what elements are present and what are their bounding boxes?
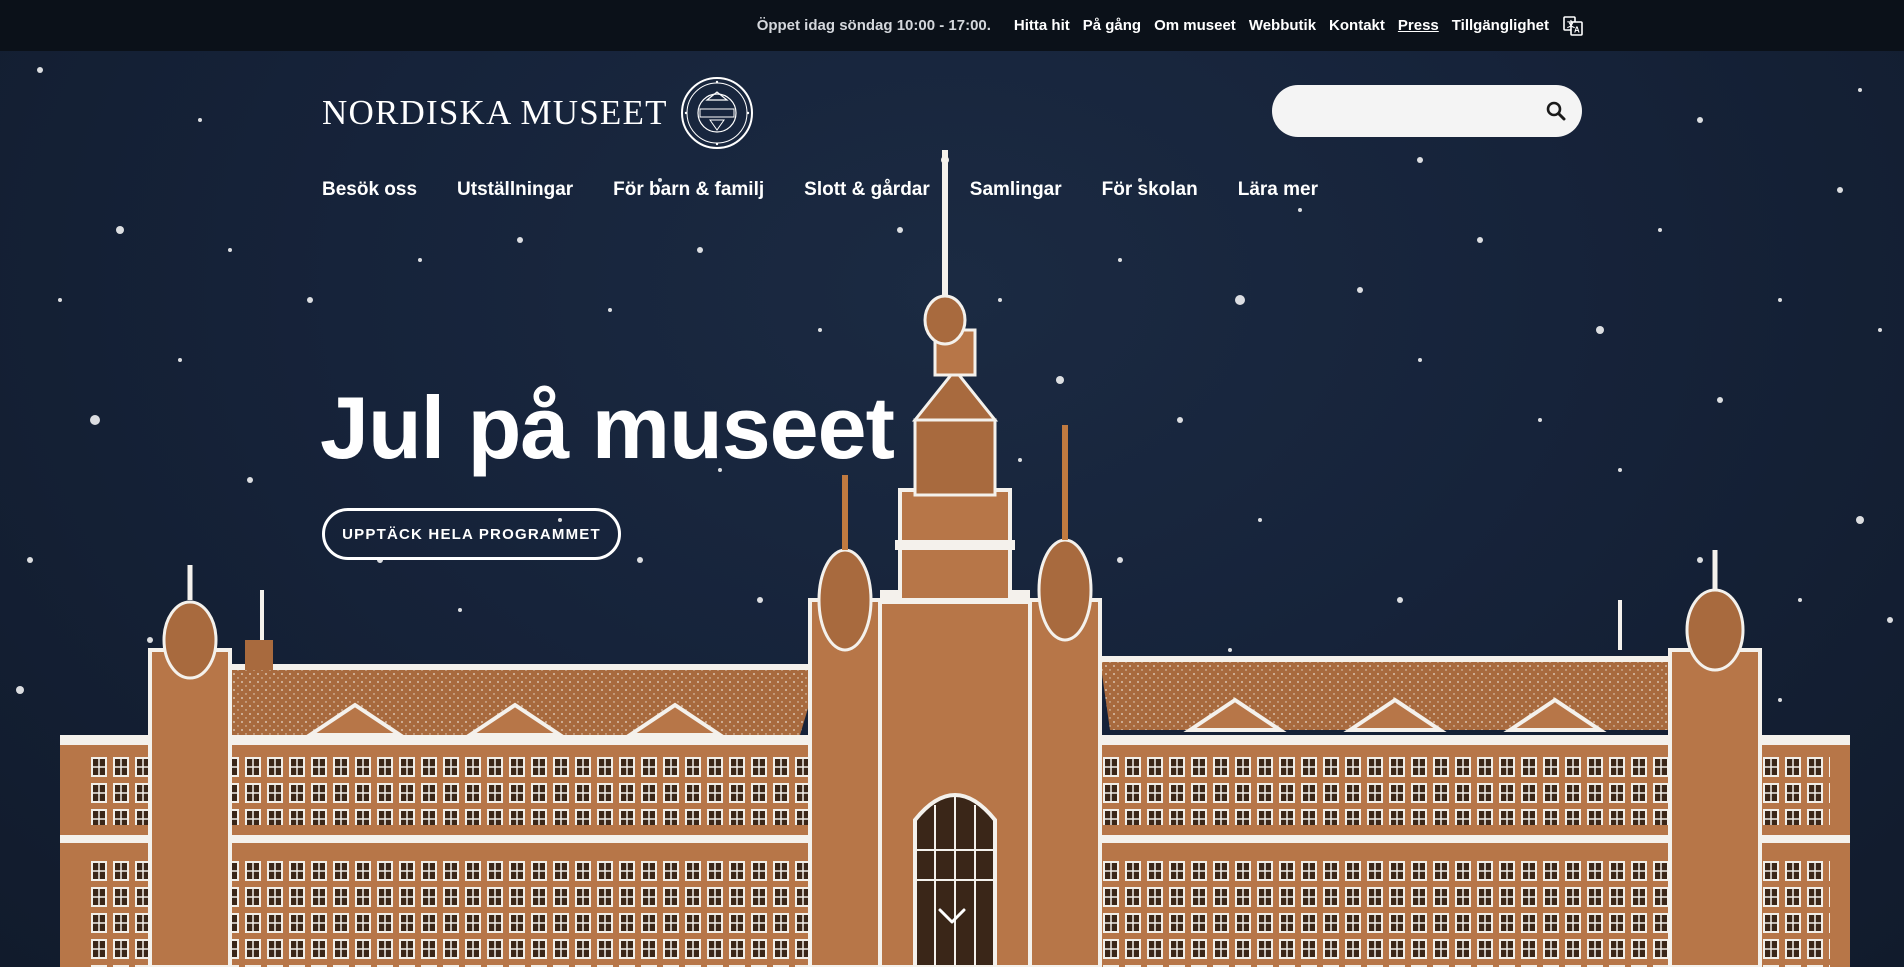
opening-hours: Öppet idag söndag 10:00 - 17:00. bbox=[756, 17, 991, 34]
nav-item-besok-oss[interactable]: Besök oss bbox=[322, 179, 417, 201]
translate-icon[interactable]: 文 A bbox=[1563, 15, 1583, 36]
topbar-link-tillganglighet[interactable]: Tillgänglighet bbox=[1452, 17, 1549, 34]
hero-background bbox=[0, 0, 1904, 967]
nav-item-for-skolan[interactable]: För skolan bbox=[1102, 179, 1198, 201]
search-bar bbox=[1272, 85, 1582, 137]
search-input[interactable] bbox=[1272, 85, 1530, 137]
topbar-link-webbutik[interactable]: Webbutik bbox=[1249, 17, 1316, 34]
search-icon[interactable] bbox=[1530, 85, 1582, 137]
main-navigation: Besök oss Utställningar För barn & famil… bbox=[322, 179, 1318, 201]
nav-item-samlingar[interactable]: Samlingar bbox=[970, 179, 1062, 201]
gingerbread-building bbox=[60, 150, 1850, 967]
nav-item-lara-mer[interactable]: Lära mer bbox=[1238, 179, 1318, 201]
chevron-down-icon[interactable] bbox=[937, 905, 967, 927]
nav-item-utstallningar[interactable]: Utställningar bbox=[457, 179, 573, 201]
nav-item-for-barn-familj[interactable]: För barn & familj bbox=[613, 179, 764, 201]
topbar-link-om-museet[interactable]: Om museet bbox=[1154, 17, 1236, 34]
topbar-link-pa-gang[interactable]: På gång bbox=[1083, 17, 1141, 34]
topbar-link-kontakt[interactable]: Kontakt bbox=[1329, 17, 1385, 34]
topbar-link-press[interactable]: Press bbox=[1398, 17, 1439, 34]
discover-program-button[interactable]: Upptäck hela programmet bbox=[322, 508, 621, 560]
museum-seal-icon bbox=[680, 77, 753, 149]
nav-item-slott-gardar[interactable]: Slott & gårdar bbox=[804, 179, 930, 201]
topbar-link-hitta-hit[interactable]: Hitta hit bbox=[1014, 17, 1070, 34]
site-logo[interactable]: NORDISKA MUSEET bbox=[322, 76, 754, 150]
hero-title: Jul på museet bbox=[320, 378, 895, 477]
svg-text:A: A bbox=[1574, 25, 1580, 34]
gingerbread-museum-image bbox=[16, 67, 1893, 967]
utility-bar: Öppet idag söndag 10:00 - 17:00. Hitta h… bbox=[0, 0, 1904, 51]
logo-text: NORDISKA MUSEET bbox=[322, 93, 668, 132]
